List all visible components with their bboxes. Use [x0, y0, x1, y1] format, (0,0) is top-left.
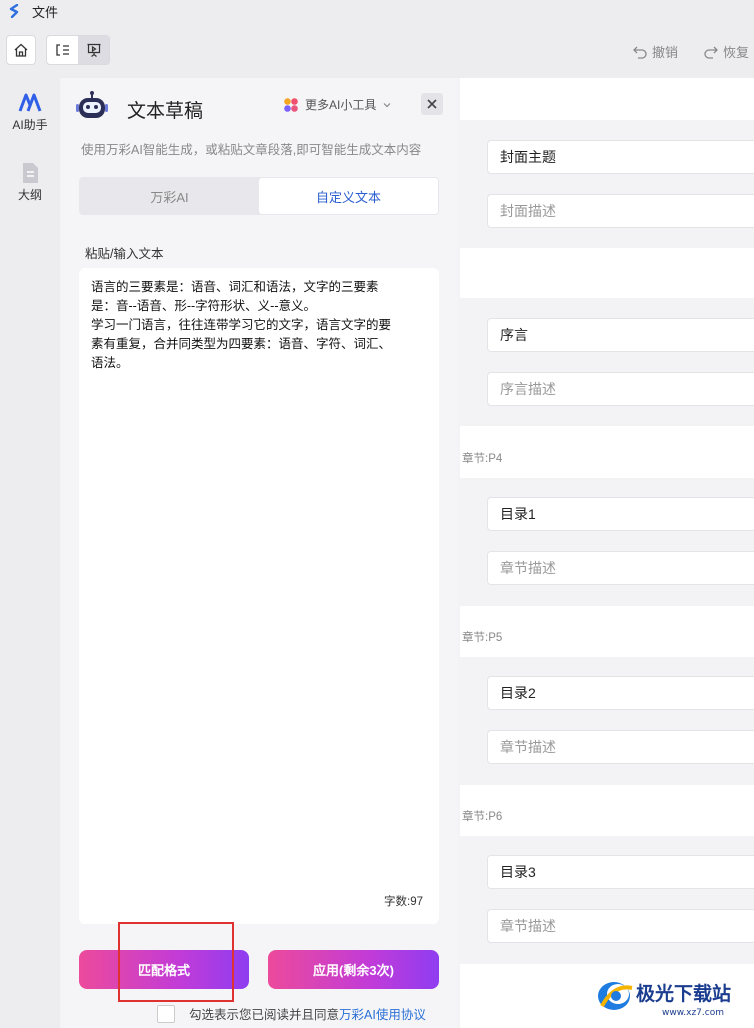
section-label: 章节:P4: [462, 453, 503, 465]
toolbar: 撤销 恢复: [0, 22, 754, 78]
cover-title-field[interactable]: 封面主题: [487, 140, 754, 174]
presentation-view-button[interactable]: [78, 36, 109, 64]
preface-desc-field[interactable]: 序言描述: [487, 372, 754, 406]
agree-text: 勾选表示您已阅读并且同意: [189, 1008, 340, 1022]
section-block: 目录1 章节描述: [460, 478, 754, 606]
document-icon: [23, 163, 38, 183]
rail-outline-label: 大纲: [17, 188, 42, 202]
section-title-field[interactable]: 目录3: [487, 855, 754, 889]
text-line: 语法。: [91, 356, 129, 370]
title-bar: 文件: [0, 0, 754, 22]
view-switcher: [46, 35, 110, 65]
section-label: 章节:P6: [462, 811, 503, 823]
watermark-text: 极光下载站: [636, 982, 731, 1005]
apps-icon: [284, 97, 298, 112]
agreement-link[interactable]: 万彩AI使用协议: [339, 1008, 426, 1022]
apply-button[interactable]: 应用(剩余3次): [268, 950, 439, 989]
highlight-box: [118, 922, 234, 1002]
redo-icon: [704, 46, 718, 59]
rail-item-outline[interactable]: 大纲: [0, 160, 60, 203]
text-line: 是：音--语音、形--字符形状、义--意义。: [91, 299, 316, 313]
left-rail: AI助手 大纲: [0, 78, 60, 1028]
home-button[interactable]: [6, 35, 36, 65]
close-icon: [427, 99, 437, 109]
panel-title: 文本草稿: [127, 101, 204, 122]
app-logo-icon: [9, 4, 19, 18]
close-button[interactable]: [421, 93, 443, 115]
site-watermark: 极光下载站 www.xz7.com: [598, 982, 731, 1018]
input-label: 粘贴/输入文本: [85, 247, 164, 261]
text-line: 素有重复，合并同类型为四要素：语音、字符、词汇、: [91, 337, 392, 351]
word-count: 字数:97: [384, 896, 423, 908]
cover-block: 封面主题 封面描述: [460, 120, 754, 248]
section-desc-field[interactable]: 章节描述: [487, 909, 754, 943]
undo-label: 撤销: [652, 45, 679, 60]
robot-icon: [76, 91, 108, 118]
preface-field[interactable]: 序言: [487, 318, 754, 352]
source-tabs: 万彩AI 自定义文本: [79, 177, 439, 215]
section-block: 目录3 章节描述: [460, 836, 754, 964]
section-desc-field[interactable]: 章节描述: [487, 730, 754, 764]
text-line: 学习一门语言，往往连带学习它的文字，语言文字的要: [91, 318, 392, 332]
agree-checkbox[interactable]: [157, 1004, 175, 1023]
more-tools-label: 更多AI小工具: [305, 98, 377, 112]
more-ai-tools-dropdown[interactable]: 更多AI小工具: [283, 96, 392, 113]
redo-button[interactable]: 恢复: [703, 42, 749, 61]
ai-logo-icon: [18, 93, 42, 112]
tab-custom-text[interactable]: 自定义文本: [259, 178, 438, 214]
undo-button[interactable]: 撤销: [632, 42, 678, 61]
section-label: 章节:P5: [462, 632, 503, 644]
preface-block: 序言 序言描述: [460, 298, 754, 426]
section-block: 目录2 章节描述: [460, 657, 754, 785]
section-desc-field[interactable]: 章节描述: [487, 551, 754, 585]
section-title-field[interactable]: 目录2: [487, 676, 754, 710]
text-line: 语言的三要素是：语音、词汇和语法，文字的三要素: [91, 280, 379, 294]
section-title-field[interactable]: 目录1: [487, 497, 754, 531]
presentation-icon: [87, 43, 100, 57]
outline-view-button[interactable]: [47, 36, 78, 64]
outline-icon: [55, 44, 69, 56]
watermark-url: www.xz7.com: [662, 1008, 724, 1018]
panel-header: 文本草稿 更多AI小工具: [61, 78, 458, 138]
cover-desc-field[interactable]: 封面描述: [487, 194, 754, 228]
text-draft-panel: 文本草稿 更多AI小工具 使用万彩AI智能生成，或粘贴文章段落,即可智能生成文本…: [61, 78, 458, 1028]
window-title: 文件: [32, 4, 59, 20]
redo-label: 恢复: [723, 45, 750, 60]
watermark-logo-icon: [598, 982, 633, 1010]
home-icon: [14, 43, 28, 57]
panel-subtitle: 使用万彩AI智能生成，或粘贴文章段落,即可智能生成文本内容: [81, 143, 422, 157]
agreement-row: 勾选表示您已阅读并且同意万彩AI使用协议: [157, 1004, 426, 1023]
undo-icon: [633, 46, 647, 59]
outline-editor: 封面主题 封面描述 序言 序言描述 章节:P4 目录1 章节描述 章节:P5 目…: [460, 78, 754, 1028]
rail-ai-label: AI助手: [12, 118, 48, 132]
tab-wancai-ai[interactable]: 万彩AI: [80, 178, 259, 214]
rail-item-ai-assistant[interactable]: AI助手: [0, 90, 60, 133]
text-input-area[interactable]: 语言的三要素是：语音、词汇和语法，文字的三要素 是：音--语音、形--字符形状、…: [79, 268, 439, 924]
chevron-down-icon: [383, 102, 391, 107]
